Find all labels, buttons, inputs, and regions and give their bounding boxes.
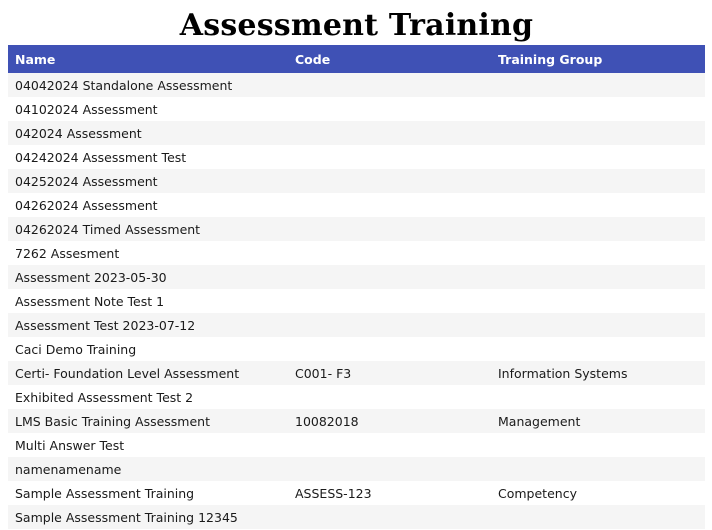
cell-name: Certi- Foundation Level Assessment (15, 365, 240, 381)
cell-training-group (491, 337, 705, 361)
cell-code (288, 289, 491, 313)
table-row[interactable]: Exhibited Assessment Test 2 (8, 385, 705, 409)
cell-code (288, 385, 491, 409)
table-row[interactable]: Certi- Foundation Level Assessment C001- … (8, 361, 705, 385)
table-row[interactable]: Assessment Note Test 1 (8, 289, 705, 313)
table-row[interactable]: Sample Assessment Training 12345 (8, 505, 705, 529)
cell-name: 04262024 Timed Assessment (15, 221, 201, 237)
table-row[interactable]: Sample Assessment Training ASSESS-123 Comp… (8, 481, 705, 505)
cell-training-group (491, 313, 705, 337)
cell-training-group: Management (498, 413, 581, 429)
cell-code (288, 337, 491, 361)
cell-name: 04042024 Standalone Assessment (15, 77, 233, 93)
cell-code (288, 265, 491, 289)
cell-training-group (491, 193, 705, 217)
table-header-row: Name Code Training Group (8, 45, 705, 73)
table-row[interactable]: LMS Basic Training Assessment 10082018 Man… (8, 409, 705, 433)
cell-code (288, 433, 491, 457)
cell-name: Assessment Test 2023-07-12 (15, 317, 196, 333)
cell-training-group (491, 121, 705, 145)
cell-name: Sample Assessment Training (15, 485, 195, 501)
cell-training-group (491, 385, 705, 409)
cell-code (288, 169, 491, 193)
cell-code (288, 241, 491, 265)
cell-code: C001- F3 (295, 365, 352, 381)
table-row[interactable]: 04102024 Assessment (8, 97, 705, 121)
cell-training-group (491, 433, 705, 457)
page: Assessment Training Name Code Training G… (0, 0, 712, 530)
cell-code: 10082018 (295, 413, 359, 429)
cell-name: 042024 Assessment (15, 125, 142, 141)
cell-name: Caci Demo Training (15, 341, 137, 357)
cell-code (288, 457, 491, 481)
table-row[interactable]: 04252024 Assessment (8, 169, 705, 193)
table-row[interactable]: 04242024 Assessment Test (8, 145, 705, 169)
cell-training-group (491, 217, 705, 241)
cell-code (288, 121, 491, 145)
cell-training-group (491, 169, 705, 193)
page-title: Assessment Training (179, 8, 534, 43)
table-row[interactable]: Multi Answer Test (8, 433, 705, 457)
table-row[interactable]: namenamename (8, 457, 705, 481)
cell-training-group (491, 289, 705, 313)
cell-training-group (491, 241, 705, 265)
cell-code (288, 97, 491, 121)
cell-code (288, 217, 491, 241)
table-row[interactable]: 042024 Assessment (8, 121, 705, 145)
cell-training-group (491, 73, 705, 97)
table-row[interactable]: 04262024 Timed Assessment (8, 217, 705, 241)
cell-code (288, 505, 491, 529)
cell-name: 04262024 Assessment (15, 197, 158, 213)
cell-name: 04252024 Assessment (15, 173, 158, 189)
cell-name: LMS Basic Training Assessment (15, 413, 211, 429)
column-header-training-group[interactable]: Training Group (491, 45, 705, 73)
cell-name: namenamename (15, 461, 122, 477)
cell-name: Multi Answer Test (15, 437, 125, 453)
cell-code (288, 145, 491, 169)
cell-name: Exhibited Assessment Test 2 (15, 389, 194, 405)
cell-name: 04102024 Assessment (15, 101, 158, 117)
table-row[interactable]: 04042024 Standalone Assessment (8, 73, 705, 97)
cell-name: Assessment Note Test 1 (15, 293, 165, 309)
cell-name: 7262 Assesment (15, 245, 120, 261)
cell-code (288, 193, 491, 217)
column-header-code[interactable]: Code (288, 45, 491, 73)
table-row[interactable]: 04262024 Assessment (8, 193, 705, 217)
cell-training-group (491, 265, 705, 289)
cell-training-group: Information Systems (498, 365, 628, 381)
cell-name: 04242024 Assessment Test (15, 149, 187, 165)
cell-code: ASSESS-123 (295, 485, 372, 501)
table-body: 04042024 Standalone Assessment 04102024 A… (8, 73, 705, 529)
cell-training-group (491, 145, 705, 169)
column-header-name[interactable]: Name (8, 45, 288, 73)
cell-training-group: Competency (498, 485, 577, 501)
table-row[interactable]: Assessment Test 2023-07-12 (8, 313, 705, 337)
cell-training-group (491, 457, 705, 481)
table-row[interactable]: 7262 Assesment (8, 241, 705, 265)
cell-code (288, 313, 491, 337)
cell-training-group (491, 97, 705, 121)
cell-training-group (491, 505, 705, 529)
table-row[interactable]: Assessment 2023-05-30 (8, 265, 705, 289)
cell-name: Assessment 2023-05-30 (15, 269, 167, 285)
cell-name: Sample Assessment Training 12345 (15, 509, 238, 525)
assessment-training-table: Name Code Training Group 04042024 Standa… (8, 45, 705, 529)
table-row[interactable]: Caci Demo Training (8, 337, 705, 361)
cell-code (288, 73, 491, 97)
